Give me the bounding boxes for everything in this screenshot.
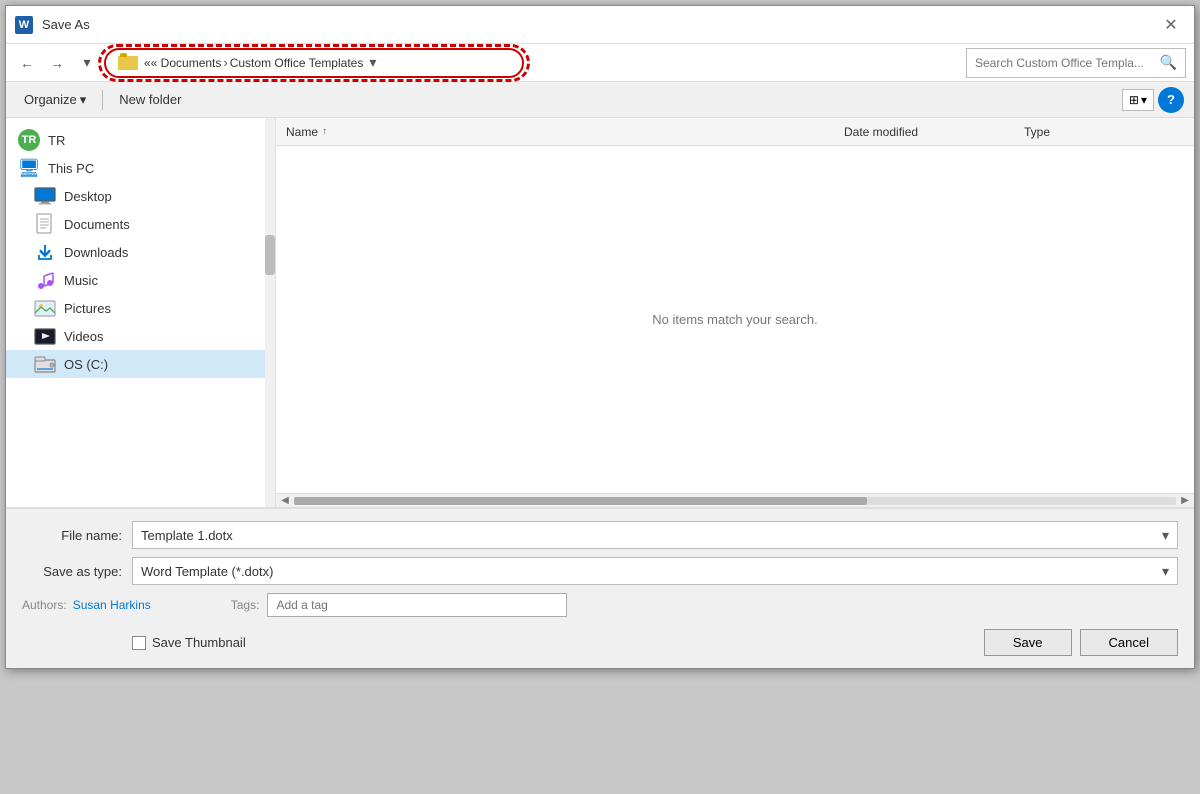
file-header: Name ↑ Date modified Type — [276, 118, 1194, 146]
sidebar-item-downloads[interactable]: Downloads — [6, 238, 275, 266]
view-dropdown-arrow: ▾ — [1141, 93, 1147, 107]
sidebar-scrollbar-thumb — [265, 235, 275, 275]
save-as-dialog: W Save As ✕ ← → ▾ «« Documents › Custom … — [5, 5, 1195, 669]
file-name-label: File name: — [22, 528, 132, 543]
file-name-row: File name: Template 1.dotx ▾ — [22, 521, 1178, 549]
sidebar-label-desktop: Desktop — [64, 189, 112, 204]
divider — [102, 90, 103, 110]
sidebar-label-os-c: OS (C:) — [64, 357, 108, 372]
address-dropdown-arrow[interactable]: ▾ — [369, 54, 376, 71]
sidebar-item-documents[interactable]: Documents — [6, 210, 275, 238]
footer-bottom: Save Thumbnail Save Cancel — [22, 625, 1178, 660]
scroll-left-arrow[interactable]: ◀ — [278, 494, 292, 508]
file-name-value: Template 1.dotx — [141, 528, 233, 543]
sort-arrow: ↑ — [322, 126, 327, 137]
sidebar-item-this-pc[interactable]: 🖥 This PC — [6, 154, 275, 182]
organize-button[interactable]: Organize ▾ — [16, 88, 94, 112]
save-type-dropdown[interactable]: ▾ — [1162, 563, 1169, 580]
pictures-icon — [34, 299, 56, 317]
view-icon: ⊞ — [1129, 93, 1139, 107]
file-name-dropdown[interactable]: ▾ — [1162, 527, 1169, 544]
sidebar-label-tr: TR — [48, 133, 65, 148]
back-button[interactable]: ← — [14, 50, 40, 76]
folder-icon — [118, 56, 138, 70]
view-toggle-button[interactable]: ⊞ ▾ — [1122, 89, 1154, 111]
save-type-value: Word Template (*.dotx) — [141, 564, 273, 579]
close-button[interactable]: ✕ — [1156, 10, 1186, 40]
new-folder-button[interactable]: New folder — [111, 88, 189, 111]
save-type-label: Save as type: — [22, 564, 132, 579]
tags-input[interactable] — [267, 593, 567, 617]
sidebar-label-downloads: Downloads — [64, 245, 128, 260]
sidebar-scrollbar[interactable] — [265, 118, 275, 507]
horizontal-scrollbar[interactable]: ◀ ▶ — [276, 493, 1194, 507]
organize-label: Organize — [24, 92, 77, 107]
os-c-icon — [34, 355, 56, 373]
authors-label: Authors: — [22, 598, 67, 612]
this-pc-icon: 🖥 — [18, 159, 40, 177]
thumbnail-checkbox[interactable] — [132, 636, 146, 650]
thumbnail-label: Save Thumbnail — [152, 635, 246, 650]
navigation-toolbar: ← → ▾ «« Documents › Custom Office Templ… — [6, 44, 1194, 82]
address-bar[interactable]: «« Documents › Custom Office Templates ▾ — [104, 48, 524, 78]
breadcrumb-separator: › — [223, 55, 227, 70]
help-button[interactable]: ? — [1158, 87, 1184, 113]
word-logo: W — [15, 16, 33, 34]
sidebar-label-pictures: Pictures — [64, 301, 111, 316]
history-dropdown-button[interactable]: ▾ — [74, 50, 100, 76]
address-bar-wrapper: «« Documents › Custom Office Templates ▾ — [104, 48, 524, 78]
documents-icon — [34, 215, 56, 233]
sidebar-item-pictures[interactable]: Pictures — [6, 294, 275, 322]
file-pane: Name ↑ Date modified Type No items match… — [276, 118, 1194, 507]
dialog-title: Save As — [42, 17, 1156, 32]
videos-icon — [34, 327, 56, 345]
save-button[interactable]: Save — [984, 629, 1072, 656]
app-icon: W — [14, 15, 34, 35]
empty-message: No items match your search. — [652, 312, 817, 327]
tr-icon: TR — [18, 131, 40, 149]
breadcrumb-current: Custom Office Templates — [230, 56, 364, 70]
view-icons-area: ⊞ ▾ ? — [1122, 87, 1184, 113]
downloads-icon — [34, 243, 56, 261]
desktop-icon — [34, 187, 56, 205]
col-type-header[interactable]: Type — [1024, 125, 1184, 139]
sidebar-item-music[interactable]: Music — [6, 266, 275, 294]
footer-section: File name: Template 1.dotx ▾ Save as typ… — [6, 508, 1194, 668]
music-icon — [34, 271, 56, 289]
tags-label: Tags: — [231, 598, 260, 612]
file-name-input[interactable]: Template 1.dotx ▾ — [132, 521, 1178, 549]
sidebar-label-videos: Videos — [64, 329, 104, 344]
sidebar-item-tr[interactable]: TR TR — [6, 126, 275, 154]
sidebar-item-videos[interactable]: Videos — [6, 322, 275, 350]
meta-row: Authors: Susan Harkins Tags: — [22, 593, 1178, 617]
col-name-header[interactable]: Name ↑ — [286, 125, 844, 139]
sidebar-label-music: Music — [64, 273, 98, 288]
title-bar: W Save As ✕ — [6, 6, 1194, 44]
cancel-button[interactable]: Cancel — [1080, 629, 1178, 656]
sidebar-item-desktop[interactable]: Desktop — [6, 182, 275, 210]
breadcrumb-prefix: «« Documents — [144, 56, 221, 70]
search-input[interactable] — [975, 56, 1160, 70]
sidebar-item-os-c[interactable]: OS (C:) — [6, 350, 275, 378]
search-bar: 🔍 — [966, 48, 1186, 78]
authors-value[interactable]: Susan Harkins — [73, 598, 151, 612]
save-type-input[interactable]: Word Template (*.dotx) ▾ — [132, 557, 1178, 585]
thumbnail-area: Save Thumbnail — [132, 635, 246, 650]
scroll-thumb — [294, 497, 867, 505]
col-name-label: Name — [286, 125, 318, 139]
col-date-header[interactable]: Date modified — [844, 125, 1024, 139]
forward-button[interactable]: → — [44, 50, 70, 76]
actions-bar: Organize ▾ New folder ⊞ ▾ ? — [6, 82, 1194, 118]
scroll-track[interactable] — [294, 497, 1176, 505]
sidebar-label-documents: Documents — [64, 217, 130, 232]
organize-dropdown-arrow: ▾ — [80, 92, 87, 108]
main-content: TR TR 🖥 This PC Desktop — [6, 118, 1194, 508]
save-type-row: Save as type: Word Template (*.dotx) ▾ — [22, 557, 1178, 585]
sidebar-label-this-pc: This PC — [48, 161, 94, 176]
file-area-empty: No items match your search. — [276, 146, 1194, 493]
sidebar: TR TR 🖥 This PC Desktop — [6, 118, 276, 507]
search-icon: 🔍 — [1160, 54, 1177, 71]
scroll-right-arrow[interactable]: ▶ — [1178, 494, 1192, 508]
